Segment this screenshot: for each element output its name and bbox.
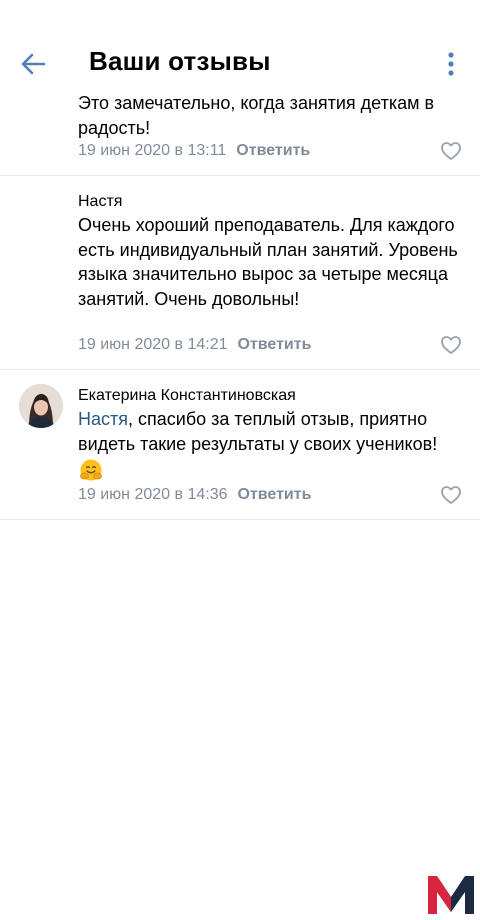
divider: [0, 369, 480, 370]
like-button[interactable]: [440, 335, 462, 355]
comment-date: 19 июн 2020 в 14:21: [78, 336, 228, 353]
divider: [0, 519, 480, 520]
reply-button[interactable]: Ответить: [237, 486, 311, 503]
comment-author[interactable]: Екатерина Константиновская: [78, 387, 296, 405]
comment-text: Это замечательно, когда занятия деткам в…: [78, 93, 435, 138]
comment-text: Очень хороший преподаватель. Для каждого…: [78, 215, 458, 309]
more-vertical-icon: [448, 52, 454, 76]
more-menu-button[interactable]: [440, 48, 462, 82]
hugging-face-emoji: [79, 458, 103, 482]
m-logo: [426, 873, 476, 915]
heart-icon: [441, 336, 461, 354]
comment-body: Настя, спасибо за теплый отзыв, приятно …: [78, 407, 468, 456]
page-title: Ваши отзывы: [89, 46, 271, 76]
comment-author[interactable]: Настя: [78, 193, 122, 211]
comment-text: , спасибо за теплый отзыв, приятно видет…: [78, 409, 438, 454]
heart-icon: [441, 142, 461, 160]
reply-button[interactable]: Ответить: [236, 142, 310, 159]
mention-link[interactable]: Настя: [78, 409, 128, 429]
comment-meta: 19 июн 2020 в 14:21 Ответить: [78, 336, 311, 354]
back-button[interactable]: [16, 47, 50, 81]
comment-meta: 19 июн 2020 в 13:11 Ответить: [78, 142, 310, 160]
like-button[interactable]: [440, 141, 462, 161]
heart-icon: [441, 486, 461, 504]
app-header: Ваши отзывы: [0, 0, 480, 90]
avatar-photo: [19, 384, 63, 428]
comment-meta: 19 июн 2020 в 14:36 Ответить: [78, 486, 311, 504]
comment-date: 19 июн 2020 в 13:11: [78, 142, 227, 159]
like-button[interactable]: [440, 485, 462, 505]
reply-button[interactable]: Ответить: [237, 336, 311, 353]
divider: [0, 175, 480, 176]
comment-date: 19 июн 2020 в 14:36: [78, 486, 228, 503]
arrow-left-icon: [21, 53, 46, 75]
avatar[interactable]: [19, 384, 63, 428]
